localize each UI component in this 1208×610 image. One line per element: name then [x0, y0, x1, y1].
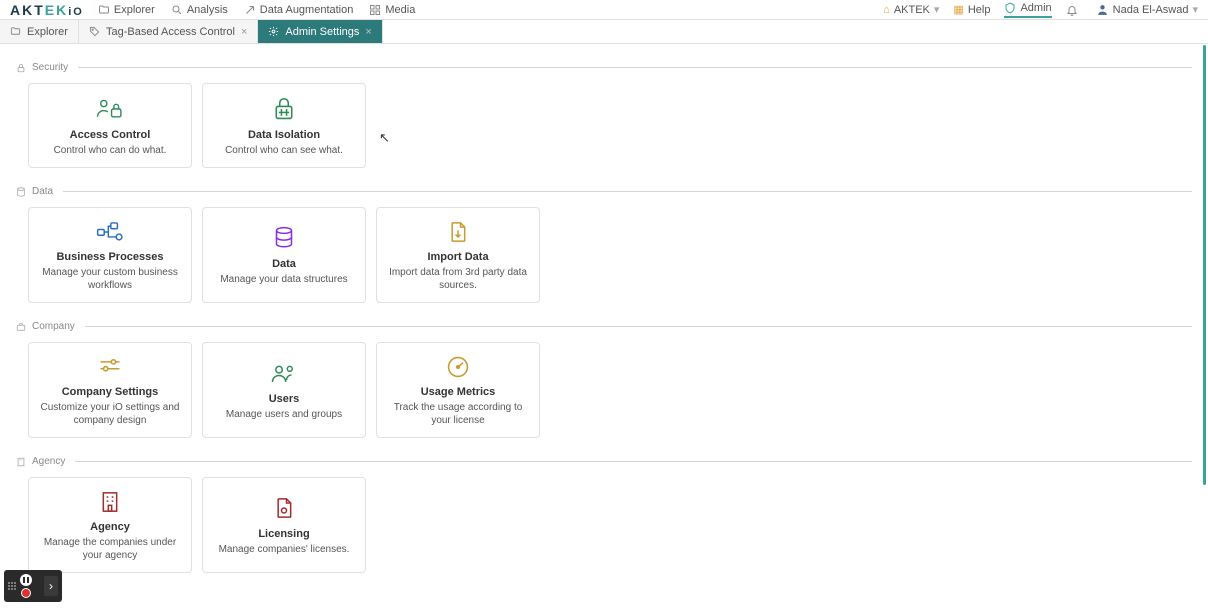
user-lock-icon	[96, 95, 124, 123]
drag-handle-icon[interactable]	[8, 582, 16, 590]
screen-recorder-widget[interactable]: ›	[4, 570, 62, 602]
card-business-processes[interactable]: Business Processes Manage your custom bu…	[28, 207, 192, 303]
expand-button[interactable]: ›	[44, 576, 58, 596]
sliders-icon	[98, 353, 122, 380]
card-desc: Customize your iO settings and company d…	[37, 401, 183, 427]
users-icon	[270, 359, 298, 387]
building-icon	[16, 457, 26, 467]
tag-icon	[89, 26, 100, 37]
user-menu[interactable]: Nada El-Aswad ▾	[1096, 3, 1198, 16]
chevron-down-icon: ▾	[934, 3, 940, 16]
org-switcher[interactable]: ⌂ AKTEK ▾	[883, 3, 939, 16]
briefcase-icon	[16, 322, 26, 332]
card-desc: Manage companies' licenses.	[219, 543, 350, 556]
close-icon[interactable]: ×	[365, 26, 371, 38]
card-desc: Manage the companies under your agency	[37, 536, 183, 562]
tab-tbac[interactable]: Tag-Based Access Control ×	[79, 20, 258, 43]
database-icon	[274, 224, 294, 252]
arrow-up-icon	[244, 4, 256, 16]
database-icon	[16, 187, 26, 197]
section-agency-header: Agency	[16, 456, 1192, 467]
folder-icon	[98, 4, 110, 16]
section-data-cards: Business Processes Manage your custom bu…	[28, 207, 1192, 303]
card-title: Business Processes	[56, 251, 163, 263]
card-title: Data	[272, 258, 296, 270]
card-title: Company Settings	[62, 386, 159, 398]
card-title: Import Data	[427, 251, 488, 263]
card-title: Licensing	[258, 528, 309, 540]
section-security-header: Security	[16, 62, 1192, 73]
avatar-icon	[1096, 3, 1109, 16]
card-title: Usage Metrics	[421, 386, 496, 398]
nav-explorer[interactable]: Explorer	[98, 4, 155, 16]
top-nav: AKTEKiO Explorer Analysis Data Augmentat…	[0, 0, 1208, 20]
card-users[interactable]: Users Manage users and groups	[202, 342, 366, 438]
help-icon: ▦	[953, 3, 963, 16]
card-title: Agency	[90, 521, 130, 533]
bell-icon	[1066, 4, 1078, 16]
nav-augmentation[interactable]: Data Augmentation	[244, 4, 354, 16]
card-title: Access Control	[70, 129, 151, 141]
notifications-button[interactable]	[1066, 4, 1082, 16]
section-data-header: Data	[16, 186, 1192, 197]
lock-icon	[16, 63, 26, 73]
section-agency-cards: Agency Manage the companies under your a…	[28, 477, 1192, 573]
card-access-control[interactable]: Access Control Control who can do what.	[28, 83, 192, 168]
card-data-isolation[interactable]: Data Isolation Control who can see what.	[202, 83, 366, 168]
card-desc: Track the usage according to your licens…	[385, 401, 531, 427]
scroll-indicator	[1203, 45, 1206, 485]
admin-settings-panel: Security Access Control Control who can …	[0, 44, 1208, 610]
gauge-icon	[446, 353, 470, 380]
workflow-icon	[96, 218, 124, 245]
help-link[interactable]: ▦ Help	[953, 3, 990, 16]
section-security-cards: Access Control Control who can do what. …	[28, 83, 1192, 168]
close-icon[interactable]: ×	[241, 26, 247, 38]
card-licensing[interactable]: Licensing Manage companies' licenses.	[202, 477, 366, 573]
card-desc: Import data from 3rd party data sources.	[385, 266, 531, 292]
card-desc: Manage your custom business workflows	[37, 266, 183, 292]
card-usage-metrics[interactable]: Usage Metrics Track the usage according …	[376, 342, 540, 438]
tab-explorer[interactable]: Explorer	[0, 20, 79, 43]
nav-analysis[interactable]: Analysis	[171, 4, 228, 16]
section-company-cards: Company Settings Customize your iO setti…	[28, 342, 1192, 438]
card-import-data[interactable]: Import Data Import data from 3rd party d…	[376, 207, 540, 303]
card-desc: Manage your data structures	[220, 273, 347, 286]
card-company-settings[interactable]: Company Settings Customize your iO setti…	[28, 342, 192, 438]
folder-icon	[10, 26, 21, 37]
license-icon	[274, 494, 294, 522]
card-desc: Control who can do what.	[54, 144, 167, 157]
tab-bar: Explorer Tag-Based Access Control × Admi…	[0, 20, 1208, 44]
section-company-header: Company	[16, 321, 1192, 332]
brand-logo: AKTEKiO	[10, 2, 84, 18]
card-data[interactable]: Data Manage your data structures	[202, 207, 366, 303]
record-button[interactable]	[21, 588, 31, 598]
card-title: Users	[269, 393, 300, 405]
home-icon: ⌂	[883, 4, 890, 16]
card-title: Data Isolation	[248, 129, 320, 141]
search-icon	[171, 4, 183, 16]
chevron-down-icon: ▾	[1192, 3, 1198, 16]
admin-link[interactable]: Admin	[1004, 2, 1051, 18]
pause-button[interactable]	[20, 574, 32, 586]
gear-icon	[268, 26, 279, 37]
card-desc: Manage users and groups	[226, 408, 342, 421]
lock-grid-icon	[273, 95, 295, 123]
nav-media[interactable]: Media	[369, 4, 415, 16]
tab-admin-settings[interactable]: Admin Settings ×	[258, 20, 382, 43]
card-desc: Control who can see what.	[225, 144, 343, 157]
shield-icon	[1004, 2, 1016, 14]
grid-icon	[369, 4, 381, 16]
card-agency[interactable]: Agency Manage the companies under your a…	[28, 477, 192, 573]
building-icon	[100, 488, 120, 515]
import-icon	[448, 218, 468, 245]
